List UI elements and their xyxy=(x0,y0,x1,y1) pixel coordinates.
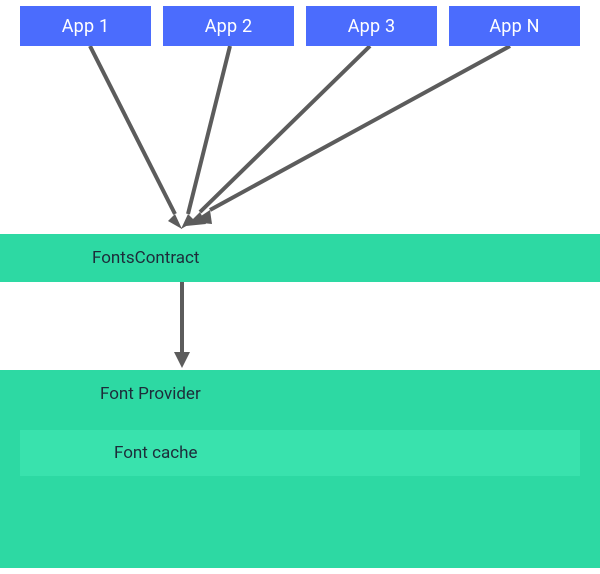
app-label: App 2 xyxy=(205,16,253,37)
font-provider-label: Font Provider xyxy=(0,384,201,404)
arrow-mid xyxy=(0,282,600,370)
app-label: App N xyxy=(489,16,539,37)
app-box-n: App N xyxy=(449,6,580,46)
arrows-top xyxy=(0,46,600,234)
font-cache-label: Font cache xyxy=(20,443,198,463)
app-box-1: App 1 xyxy=(20,6,151,46)
font-cache-bar: Font cache xyxy=(20,430,580,476)
app-box-2: App 2 xyxy=(163,6,294,46)
diagram-root: App 1 App 2 App 3 App N FontsContract xyxy=(0,0,600,574)
fonts-contract-bar: FontsContract xyxy=(0,234,600,282)
font-provider-bar: Font Provider xyxy=(0,370,600,418)
app-row: App 1 App 2 App 3 App N xyxy=(20,6,580,46)
app-label: App 3 xyxy=(348,16,396,37)
fonts-contract-label: FontsContract xyxy=(0,248,200,268)
app-label: App 1 xyxy=(62,16,110,37)
app-box-3: App 3 xyxy=(306,6,437,46)
